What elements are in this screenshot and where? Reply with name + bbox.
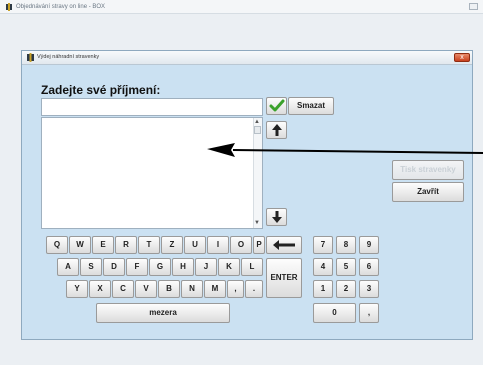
backspace-key[interactable]: [266, 236, 302, 254]
key-1[interactable]: 1: [313, 280, 333, 298]
print-voucher-button[interactable]: Tisk stravenky: [392, 160, 464, 180]
key-3[interactable]: 3: [359, 280, 379, 298]
key-p[interactable]: P: [253, 236, 265, 254]
key-h[interactable]: H: [172, 258, 194, 276]
key-g[interactable]: G: [149, 258, 171, 276]
arrow-up-icon: [271, 124, 282, 136]
key-k[interactable]: K: [218, 258, 240, 276]
key-5[interactable]: 5: [336, 258, 356, 276]
list-scrollbar[interactable]: [253, 118, 262, 228]
check-icon: [269, 99, 284, 112]
scroll-up-icon[interactable]: ▲: [254, 119, 260, 125]
key-z[interactable]: Z: [161, 236, 183, 254]
key-9[interactable]: 9: [359, 236, 379, 254]
key-b[interactable]: B: [158, 280, 180, 298]
key-a[interactable]: A: [57, 258, 79, 276]
key-l[interactable]: L: [241, 258, 263, 276]
delete-button[interactable]: Smazat: [288, 97, 334, 115]
key-c[interactable]: C: [112, 280, 134, 298]
enter-key[interactable]: ENTER: [266, 258, 302, 298]
app-icon: [6, 3, 12, 11]
scroll-thumb[interactable]: [254, 126, 261, 134]
surname-input[interactable]: [41, 98, 263, 116]
confirm-button[interactable]: [266, 97, 287, 115]
key-e[interactable]: E: [92, 236, 114, 254]
key-2[interactable]: 2: [336, 280, 356, 298]
dialog-title: Výdej náhradní stravenky: [37, 54, 100, 60]
app-icon: [27, 53, 34, 62]
key-j[interactable]: J: [195, 258, 217, 276]
key-s[interactable]: S: [80, 258, 102, 276]
key-f[interactable]: F: [126, 258, 148, 276]
key-o[interactable]: O: [230, 236, 252, 254]
key-r[interactable]: R: [115, 236, 137, 254]
key-n[interactable]: N: [181, 280, 203, 298]
prompt-label: Zadejte své příjmení:: [41, 83, 161, 97]
key-6[interactable]: 6: [359, 258, 379, 276]
scroll-down-button[interactable]: [266, 208, 287, 226]
maximize-button[interactable]: [469, 3, 478, 10]
key-x[interactable]: X: [89, 280, 111, 298]
key-4[interactable]: 4: [313, 258, 333, 276]
key-y[interactable]: Y: [66, 280, 88, 298]
key-8[interactable]: 8: [336, 236, 356, 254]
key-d[interactable]: D: [103, 258, 125, 276]
key-0[interactable]: 0: [313, 303, 356, 323]
key-decimal-comma[interactable]: ,: [359, 303, 379, 323]
close-button[interactable]: x: [454, 53, 470, 62]
scroll-down-icon[interactable]: ▼: [254, 220, 260, 226]
key-comma[interactable]: ,: [227, 280, 244, 298]
key-7[interactable]: 7: [313, 236, 333, 254]
key-m[interactable]: M: [204, 280, 226, 298]
key-i[interactable]: I: [207, 236, 229, 254]
arrow-down-icon: [271, 211, 282, 223]
key-q[interactable]: Q: [46, 236, 68, 254]
key-w[interactable]: W: [69, 236, 91, 254]
name-list[interactable]: [41, 117, 263, 229]
space-key[interactable]: mezera: [96, 303, 230, 323]
key-v[interactable]: V: [135, 280, 157, 298]
scroll-up-button[interactable]: [266, 121, 287, 139]
close-dialog-button[interactable]: Zavřít: [392, 182, 464, 202]
key-period[interactable]: .: [245, 280, 263, 298]
annotation-arrow-icon: [207, 143, 483, 157]
close-icon: x: [460, 54, 464, 61]
key-t[interactable]: T: [138, 236, 160, 254]
backspace-arrow-icon: [273, 240, 295, 250]
outer-window-title: Objednávání stravy on line - BOX: [16, 4, 106, 10]
key-u[interactable]: U: [184, 236, 206, 254]
